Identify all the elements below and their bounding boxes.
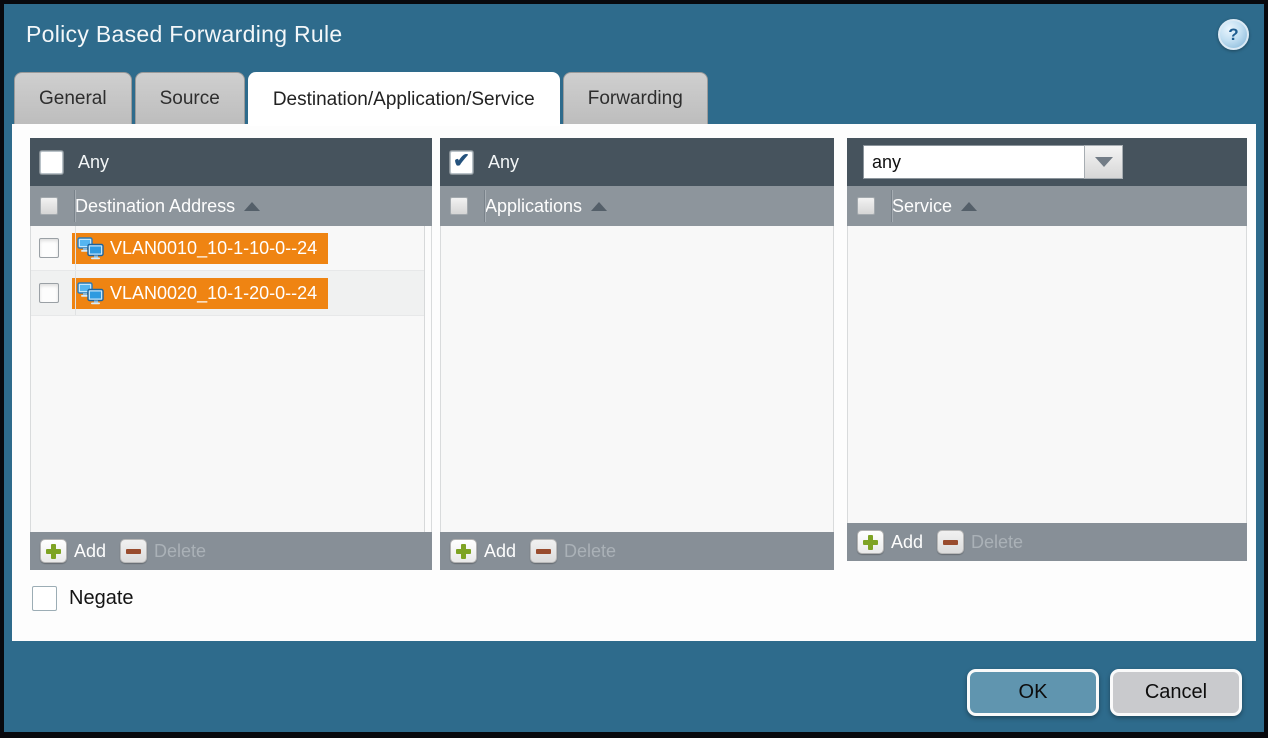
destination-row[interactable]: VLAN0010_10-1-10-0--24 [31, 226, 431, 271]
plus-icon [857, 530, 884, 554]
sort-asc-icon[interactable] [961, 202, 977, 211]
applications-add-button[interactable]: Add [450, 539, 516, 563]
destination-list: VLAN0010_10-1-10-0--24 [30, 226, 432, 532]
minus-icon [530, 539, 557, 563]
cancel-button[interactable]: Cancel [1110, 669, 1242, 716]
service-dropdown-button[interactable] [1084, 145, 1123, 179]
tab-content: Any Destination Address [12, 124, 1256, 641]
destination-row-checkbox[interactable] [39, 238, 59, 258]
destination-address-chip[interactable]: VLAN0020_10-1-20-0--24 [72, 278, 328, 309]
minus-icon [937, 530, 964, 554]
applications-any-checkbox[interactable]: ✔ [450, 151, 473, 174]
chevron-down-icon [1095, 157, 1113, 167]
add-button-label: Add [484, 541, 516, 562]
destination-address-text: VLAN0020_10-1-20-0--24 [110, 283, 317, 304]
sort-asc-icon[interactable] [591, 202, 607, 211]
destination-address-chip[interactable]: VLAN0010_10-1-10-0--24 [72, 233, 328, 264]
tab-forwarding[interactable]: Forwarding [563, 72, 708, 124]
plus-icon [40, 539, 67, 563]
tab-bar: General Source Destination/Application/S… [14, 72, 708, 124]
applications-panel: ✔ Any Applications Add [440, 138, 834, 570]
service-add-button[interactable]: Add [857, 530, 923, 554]
service-any-bar: any [847, 138, 1247, 186]
negate-option[interactable]: Negate [32, 586, 134, 611]
negate-label: Negate [69, 587, 134, 610]
header-divider [891, 190, 893, 222]
network-address-icon [77, 282, 104, 305]
applications-list [440, 226, 834, 532]
service-toolbar: Add Delete [847, 523, 1247, 561]
sort-asc-icon[interactable] [244, 202, 260, 211]
service-column-header[interactable]: Service [847, 186, 1247, 226]
destination-address-panel: Any Destination Address [30, 138, 432, 570]
dialog-title: Policy Based Forwarding Rule [26, 21, 343, 48]
destination-any-bar: Any [30, 138, 432, 186]
applications-column-header[interactable]: Applications [440, 186, 834, 226]
destination-row[interactable]: VLAN0020_10-1-20-0--24 [31, 271, 431, 316]
service-dropdown[interactable]: any [863, 145, 1123, 179]
tab-source[interactable]: Source [135, 72, 245, 124]
destination-any-checkbox[interactable] [40, 151, 63, 174]
service-header-label: Service [892, 196, 952, 217]
service-selectall-checkbox[interactable] [857, 197, 875, 215]
add-button-label: Add [891, 532, 923, 553]
help-icon[interactable]: ? [1218, 19, 1249, 50]
row-divider [75, 226, 76, 270]
service-delete-button[interactable]: Delete [937, 530, 1023, 554]
applications-any-label: Any [488, 152, 519, 173]
applications-toolbar: Add Delete [440, 532, 834, 570]
applications-header-label: Applications [485, 196, 582, 217]
destination-delete-button[interactable]: Delete [120, 539, 206, 563]
delete-button-label: Delete [564, 541, 616, 562]
tab-destination-application-service[interactable]: Destination/Application/Service [248, 72, 560, 126]
destination-any-label: Any [78, 152, 109, 173]
plus-icon [450, 539, 477, 563]
negate-checkbox[interactable] [32, 586, 57, 611]
destination-add-button[interactable]: Add [40, 539, 106, 563]
service-dropdown-value[interactable]: any [863, 145, 1084, 179]
ok-button[interactable]: OK [967, 669, 1099, 716]
dialog-window: Policy Based Forwarding Rule ? General S… [4, 4, 1264, 732]
header-divider [74, 190, 76, 222]
service-list [847, 226, 1247, 523]
policy-based-forwarding-dialog: Policy Based Forwarding Rule ? General S… [0, 0, 1268, 738]
destination-row-checkbox[interactable] [39, 283, 59, 303]
destination-toolbar: Add Delete [30, 532, 432, 570]
delete-button-label: Delete [154, 541, 206, 562]
add-button-label: Add [74, 541, 106, 562]
network-address-icon [77, 237, 104, 260]
header-divider [484, 190, 486, 222]
scrollbar-track[interactable] [424, 226, 431, 532]
applications-delete-button[interactable]: Delete [530, 539, 616, 563]
check-icon: ✔ [453, 151, 470, 171]
destination-header-label: Destination Address [75, 196, 235, 217]
destination-address-text: VLAN0010_10-1-10-0--24 [110, 238, 317, 259]
destination-column-header[interactable]: Destination Address [30, 186, 432, 226]
service-panel: any Service Add [847, 138, 1247, 561]
minus-icon [120, 539, 147, 563]
tab-general[interactable]: General [14, 72, 132, 124]
row-divider [75, 271, 76, 315]
destination-selectall-checkbox[interactable] [40, 197, 58, 215]
applications-any-bar: ✔ Any [440, 138, 834, 186]
applications-selectall-checkbox[interactable] [450, 197, 468, 215]
delete-button-label: Delete [971, 532, 1023, 553]
